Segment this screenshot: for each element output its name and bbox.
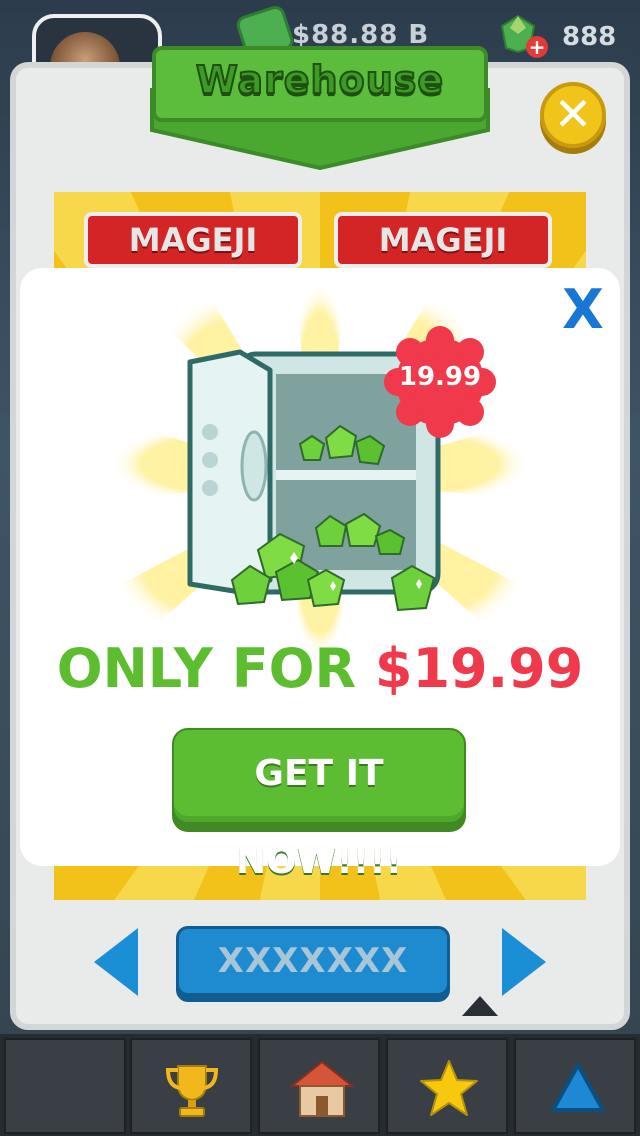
close-icon: ✕ xyxy=(553,87,593,141)
bottom-nav-slot-empty[interactable] xyxy=(4,1038,126,1134)
panel-pointer xyxy=(462,996,498,1016)
warehouse-title: Warehouse xyxy=(195,57,445,103)
prev-item-arrow-icon[interactable] xyxy=(94,928,138,996)
offer-price: $19.99 xyxy=(374,637,584,700)
item-tag-right: MAGEJI xyxy=(334,212,552,268)
item-tag-left: MAGEJI xyxy=(84,212,302,268)
house-icon xyxy=(290,1060,354,1117)
bottom-nav-trophy[interactable] xyxy=(130,1038,252,1134)
add-gems-button[interactable]: + xyxy=(526,36,548,58)
star-icon xyxy=(420,1060,478,1116)
item-name-button[interactable]: XXXXXXX xyxy=(176,926,450,996)
warehouse-close-button[interactable]: ✕ xyxy=(540,82,606,148)
price-badge-label: 19.99 xyxy=(398,362,482,392)
gem-count: 888 xyxy=(562,22,617,52)
get-it-now-button[interactable]: GET IT NOW!!!! xyxy=(172,728,466,882)
bottom-nav-star[interactable] xyxy=(386,1038,508,1134)
trophy-icon xyxy=(165,1065,219,1117)
modal-close-button[interactable]: X xyxy=(558,282,608,338)
next-item-arrow-icon[interactable] xyxy=(502,928,546,996)
bottom-nav-triangle[interactable] xyxy=(514,1038,636,1134)
offer-text: ONLY FOR $19.99 xyxy=(20,636,620,702)
triangle-up-icon xyxy=(551,1063,605,1112)
offer-prefix: ONLY FOR xyxy=(56,637,357,700)
bottom-nav-house[interactable] xyxy=(258,1038,380,1134)
